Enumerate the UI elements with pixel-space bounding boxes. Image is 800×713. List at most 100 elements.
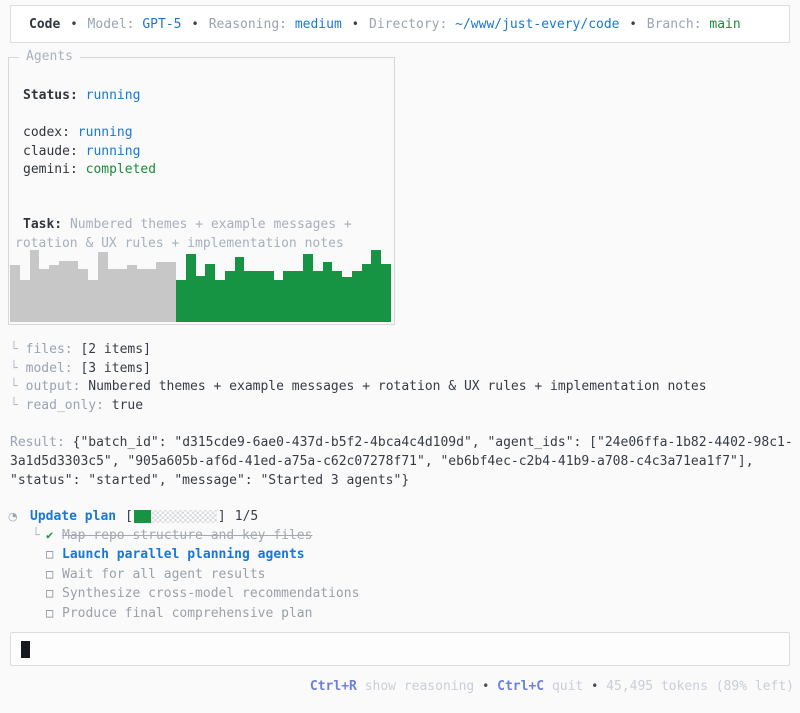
tool-param-row: └ files: [2 items] [10,341,707,360]
activity-bar [136,269,147,322]
agent-list: codex: running claude: running gemini: c… [23,124,386,180]
activity-bar [234,257,245,322]
activity-bar [224,271,235,322]
agents-panel-title: Agents [19,49,80,64]
activity-bar [332,271,343,322]
activity-bar [10,265,20,322]
activity-bar [117,269,128,322]
plan-item: □ Launch parallel planning agents [32,545,359,564]
plan-progress-bar [133,510,217,523]
activity-bar [68,261,79,322]
progress-open-bracket: [ [125,509,133,524]
agent-activity-bars [10,244,391,322]
checkbox-empty-icon: □ [46,547,54,562]
reasoning-indicator: Reasoning: medium [209,17,342,32]
plan-item: □ Synthesize cross-model recommendations [32,584,359,603]
separator-dot-icon: • [482,679,490,693]
message-input[interactable] [10,632,790,666]
result-label: Result: [10,435,65,450]
shortcut-action: show reasoning [364,679,475,694]
agent-state: running [77,125,133,140]
model-label: Model: [87,16,135,32]
clock-icon: ◔ [8,510,18,523]
plan-item-text: Wait for all agent results [62,566,266,582]
app-title: Code [29,16,61,32]
separator-dot-icon: • [191,17,199,31]
corner-branch-icon: └ [10,397,18,413]
activity-bar [127,265,137,322]
status-label: Status: [23,88,78,103]
agent-row: gemini: completed [23,161,386,180]
progress-fill [133,510,151,523]
activity-bar [381,264,391,322]
agent-state: running [85,143,141,159]
activity-bar [49,265,59,322]
activity-bar [205,264,216,322]
shortcut-key: Ctrl+R [309,679,357,694]
activity-bar [58,261,69,322]
shortcut-action: quit [551,679,584,694]
activity-bar [312,271,323,322]
activity-bar [351,271,362,322]
model-indicator: Model: GPT-5 [88,17,182,32]
agent-state: completed [85,162,157,177]
param-key: output: [25,379,81,395]
tool-result: Result: {"batch_id": "d315cde9-6ae0-437d… [10,433,796,490]
activity-bar [88,280,98,322]
progress-close-bracket: ] [217,509,226,524]
corner-branch-icon: └ [10,360,18,376]
checkbox-empty-icon: □ [46,586,54,601]
activity-bar [29,250,40,322]
param-key: files: [25,342,73,357]
activity-bar [263,271,274,322]
plan-title: Update plan [30,509,117,524]
agent-name: gemini: [23,162,78,177]
param-value: [3 items] [80,360,151,376]
param-value: [2 items] [80,342,151,357]
footer-bar: Ctrl+R show reasoning • Ctrl+C quit • 45… [0,679,794,694]
progress-remainder [150,510,217,523]
activity-bar [361,264,372,322]
plan-item-text: Synthesize cross-model recommendations [62,586,360,602]
branch-indicator: Branch: main [647,17,741,32]
corner-branch-icon: └ [10,379,18,395]
agent-name: claude: [23,143,78,159]
plan-item: □ Wait for all agent results [32,565,359,584]
activity-bar [156,262,167,322]
plan-item-text: Map repo structure and key files [62,528,313,543]
activity-bar [283,271,294,322]
activity-bar [293,271,303,322]
check-icon: ✔ [46,528,54,542]
reasoning-value: medium [294,16,342,32]
branch-label: Branch: [646,16,702,32]
plan-item-text: Produce final comprehensive plan [62,605,313,621]
param-value: true [111,397,144,413]
activity-bar [254,271,264,322]
agents-status-line: Status: running [23,87,386,106]
tool-params-list: └ files: [2 items] └ model: [3 items] └ … [10,341,707,415]
plan-item: □ Produce final comprehensive plan [32,604,359,623]
agent-row: codex: running [23,124,386,143]
tool-param-row: └ read_only: true [10,397,707,416]
agent-name: codex: [23,125,70,140]
activity-bar [342,277,352,322]
model-value: GPT-5 [142,16,182,32]
activity-bar [97,252,108,322]
param-key: model: [25,360,73,376]
agent-row: claude: running [23,143,386,162]
reasoning-label: Reasoning: [208,16,287,32]
param-value: Numbered themes + example messages + rot… [88,379,707,395]
corner-branch-icon: └ [32,528,40,543]
activity-bar [244,271,255,322]
activity-bar [371,250,382,322]
agents-panel: Agents Status: running codex: running cl… [8,49,395,325]
task-label: Task: [23,217,63,232]
activity-bar [78,269,89,322]
activity-bar [39,269,50,322]
activity-bar [322,262,333,322]
plan-item: └ ✔ Map repo structure and key files [32,526,359,545]
tool-param-row: └ output: Numbered themes + example mess… [10,378,707,397]
plan-item-text: Launch parallel planning agents [62,547,305,563]
result-value: {"batch_id": "d315cde9-6ae0-437d-b5f2-4b… [10,435,793,488]
status-value: running [85,88,141,103]
